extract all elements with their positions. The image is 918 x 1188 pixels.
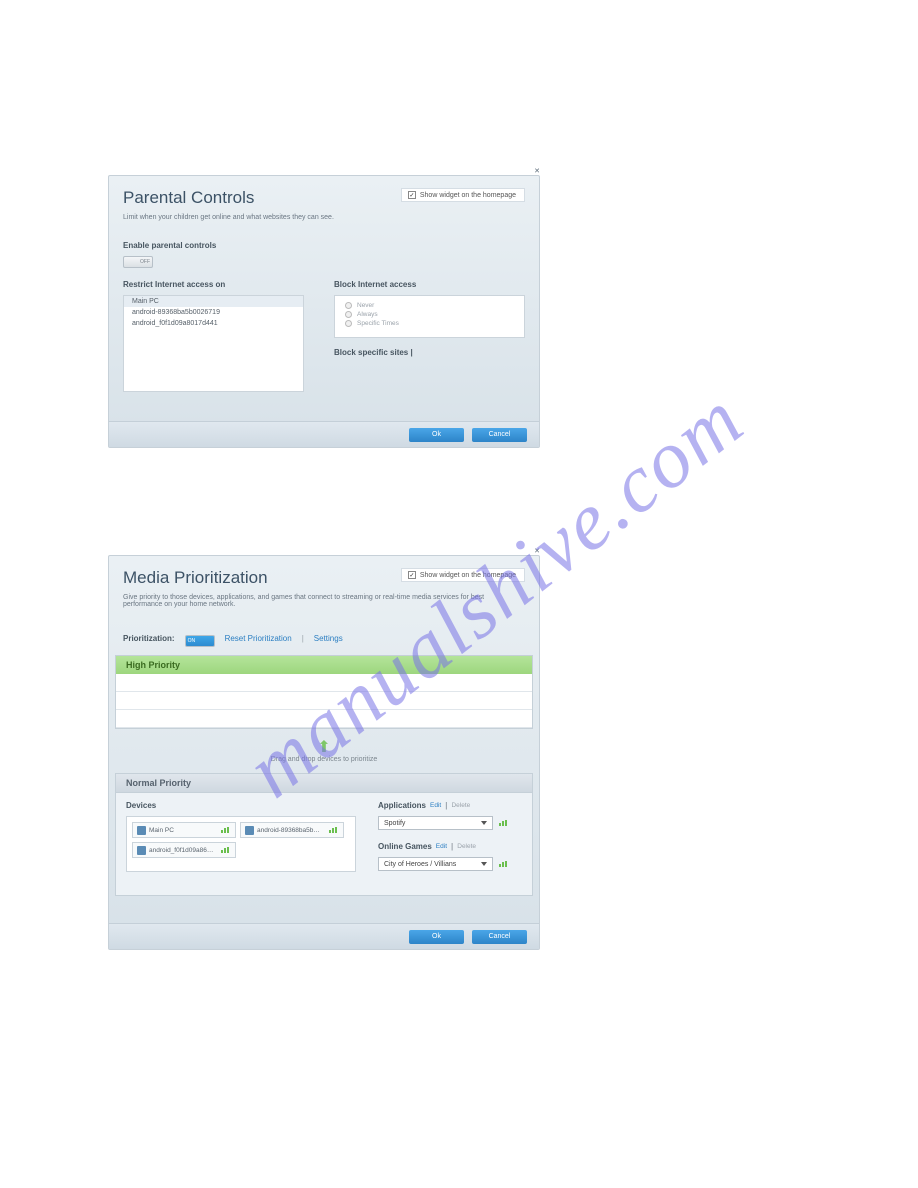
enable-parental-label: Enable parental controls bbox=[123, 241, 525, 250]
device-icon bbox=[245, 826, 254, 835]
radio-icon bbox=[345, 320, 352, 327]
show-widget-checkbox[interactable]: ✓ Show widget on the homepage bbox=[401, 568, 525, 582]
device-chip[interactable]: android-89368ba5b… bbox=[240, 822, 344, 838]
separator: | bbox=[451, 842, 453, 851]
device-icon bbox=[137, 826, 146, 835]
dialog-footer: Ok Cancel bbox=[109, 421, 539, 447]
device-listbox[interactable]: Main PC android-89368ba5b0026719 android… bbox=[123, 295, 304, 392]
device-chip[interactable]: Main PC bbox=[132, 822, 236, 838]
online-games-label: Online Games bbox=[378, 842, 432, 851]
delete-link[interactable]: Delete bbox=[451, 802, 470, 809]
device-chip[interactable]: android_f0f1d09a86… bbox=[132, 842, 236, 858]
device-name: Main PC bbox=[149, 827, 174, 834]
edit-link[interactable]: Edit bbox=[436, 843, 447, 850]
media-prioritization-panel: ✕ Media Prioritization ✓ Show widget on … bbox=[108, 555, 540, 950]
applications-dropdown[interactable]: Spotify bbox=[378, 816, 493, 830]
block-access-radiogroup: Never Always Specific Times bbox=[334, 295, 525, 338]
subtitle-text: Limit when your children get online and … bbox=[109, 214, 539, 231]
close-icon[interactable]: ✕ bbox=[533, 547, 541, 555]
list-item[interactable]: android_f0f1d09a8017d441 bbox=[124, 318, 303, 329]
arrow-up-icon: ⬆ bbox=[109, 743, 539, 753]
drop-text: Drag and drop devices to prioritize bbox=[109, 756, 539, 763]
show-widget-checkbox[interactable]: ✓ Show widget on the homepage bbox=[401, 188, 525, 202]
radio-label: Specific Times bbox=[357, 320, 399, 327]
chevron-down-icon bbox=[481, 821, 487, 825]
device-name: android_f0f1d09a86… bbox=[149, 847, 213, 854]
drop-instruction: ⬆ Drag and drop devices to prioritize bbox=[109, 729, 539, 763]
radio-label: Always bbox=[357, 311, 378, 318]
ok-button[interactable]: Ok bbox=[409, 428, 464, 442]
high-priority-dropzone[interactable] bbox=[116, 674, 532, 728]
high-priority-header: High Priority bbox=[116, 656, 532, 674]
radio-label: Never bbox=[357, 302, 374, 309]
subtitle-text: Give priority to those devices, applicat… bbox=[109, 594, 539, 618]
cancel-button[interactable]: Cancel bbox=[472, 428, 527, 442]
list-item[interactable]: Main PC bbox=[124, 296, 303, 307]
radio-always[interactable]: Always bbox=[345, 311, 514, 318]
edit-link[interactable]: Edit bbox=[430, 802, 441, 809]
checkmark-icon: ✓ bbox=[408, 191, 416, 199]
reset-prioritization-link[interactable]: Reset Prioritization bbox=[225, 634, 292, 643]
settings-link[interactable]: Settings bbox=[314, 634, 343, 643]
high-priority-box: High Priority bbox=[115, 655, 533, 729]
toggle-state-label: ON bbox=[188, 638, 196, 644]
devices-label: Devices bbox=[126, 801, 356, 810]
device-icon bbox=[137, 846, 146, 855]
page-title: Media Prioritization bbox=[123, 568, 268, 588]
separator: | bbox=[445, 801, 447, 810]
dialog-footer: Ok Cancel bbox=[109, 923, 539, 949]
dropdown-value: Spotify bbox=[384, 820, 405, 827]
radio-never[interactable]: Never bbox=[345, 302, 514, 309]
radio-icon bbox=[345, 311, 352, 318]
ok-button[interactable]: Ok bbox=[409, 930, 464, 944]
normal-priority-box: Normal Priority Devices Main PC android-… bbox=[115, 773, 533, 896]
show-widget-label: Show widget on the homepage bbox=[420, 192, 516, 199]
signal-bars-icon bbox=[329, 827, 339, 833]
priority-slot[interactable] bbox=[116, 674, 532, 692]
applications-label: Applications bbox=[378, 801, 426, 810]
delete-link[interactable]: Delete bbox=[457, 843, 476, 850]
list-item[interactable]: android-89368ba5b0026719 bbox=[124, 307, 303, 318]
prioritization-toggle[interactable]: ON bbox=[185, 635, 215, 647]
cancel-button[interactable]: Cancel bbox=[472, 930, 527, 944]
radio-icon bbox=[345, 302, 352, 309]
parental-controls-panel: ✕ Parental Controls ✓ Show widget on the… bbox=[108, 175, 540, 448]
chevron-down-icon bbox=[481, 862, 487, 866]
signal-bars-icon bbox=[221, 847, 231, 853]
priority-slot[interactable] bbox=[116, 710, 532, 728]
close-icon[interactable]: ✕ bbox=[533, 167, 541, 175]
separator: | bbox=[302, 634, 304, 643]
priority-slot[interactable] bbox=[116, 692, 532, 710]
dropdown-value: City of Heroes / Villians bbox=[384, 861, 456, 868]
normal-priority-header: Normal Priority bbox=[116, 774, 532, 793]
games-dropdown[interactable]: City of Heroes / Villians bbox=[378, 857, 493, 871]
device-name: android-89368ba5b… bbox=[257, 827, 320, 834]
signal-bars-icon bbox=[499, 861, 509, 867]
radio-specific[interactable]: Specific Times bbox=[345, 320, 514, 327]
signal-bars-icon bbox=[221, 827, 231, 833]
block-sites-label[interactable]: Block specific sites | bbox=[334, 348, 525, 357]
enable-parental-toggle[interactable]: OFF bbox=[123, 256, 153, 268]
devices-container: Main PC android-89368ba5b… android_f0f1d… bbox=[126, 816, 356, 872]
signal-bars-icon bbox=[499, 820, 509, 826]
restrict-access-label: Restrict Internet access on bbox=[123, 280, 304, 289]
checkmark-icon: ✓ bbox=[408, 571, 416, 579]
toggle-state-label: OFF bbox=[140, 259, 150, 265]
prioritization-label: Prioritization: bbox=[123, 634, 175, 643]
block-access-label: Block Internet access bbox=[334, 280, 525, 289]
page-title: Parental Controls bbox=[123, 188, 254, 208]
show-widget-label: Show widget on the homepage bbox=[420, 572, 516, 579]
